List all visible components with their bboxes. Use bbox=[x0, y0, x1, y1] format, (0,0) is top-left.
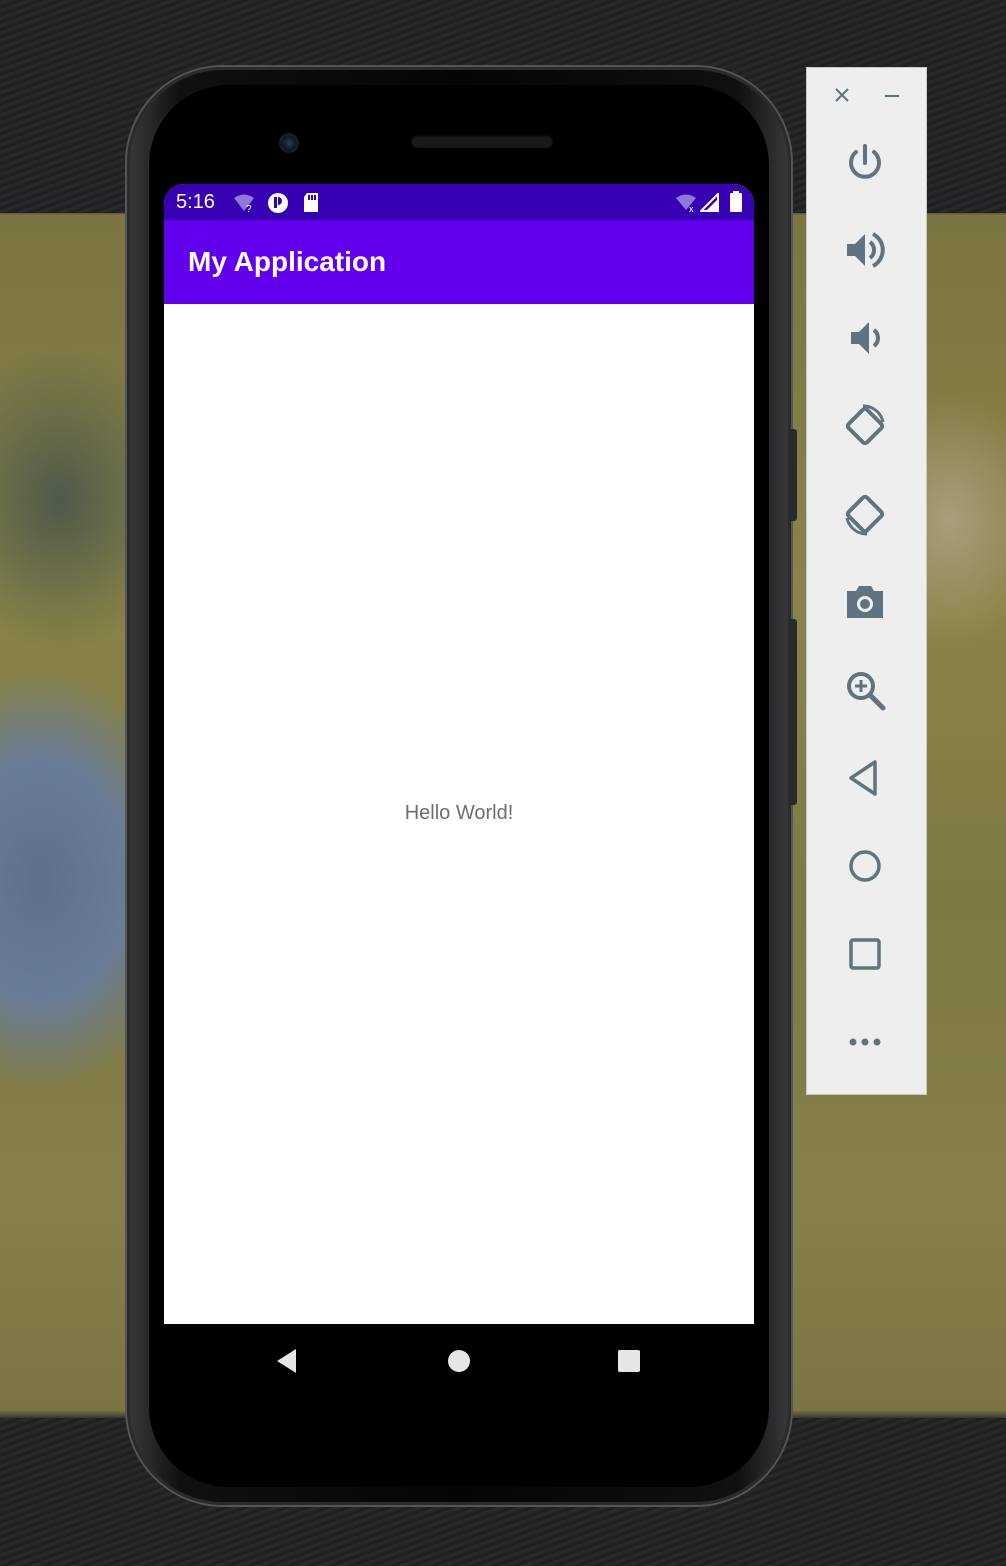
status-bar: 5:16 ? x bbox=[164, 184, 754, 220]
svg-text:?: ? bbox=[246, 204, 252, 213]
app-bar: My Application bbox=[164, 220, 754, 304]
zoom-icon[interactable] bbox=[843, 668, 887, 712]
back-icon[interactable] bbox=[843, 756, 887, 800]
navigation-bar bbox=[164, 1324, 754, 1396]
wifi-unknown-icon: ? bbox=[234, 194, 254, 213]
more-icon[interactable] bbox=[843, 1020, 887, 1064]
earpiece-speaker bbox=[411, 135, 553, 148]
app-notification-icon bbox=[268, 193, 288, 213]
front-camera-icon bbox=[279, 133, 299, 153]
phone-volume-side-button[interactable] bbox=[791, 619, 797, 805]
status-time: 5:16 bbox=[176, 191, 215, 213]
camera-icon[interactable] bbox=[843, 580, 887, 624]
app-title: My Application bbox=[188, 246, 387, 277]
volume-down-icon[interactable] bbox=[843, 316, 887, 360]
device-screen: 5:16 ? x My Application Hello World! bbox=[164, 184, 754, 1324]
power-icon[interactable] bbox=[843, 141, 887, 185]
recents-icon[interactable] bbox=[616, 1348, 642, 1374]
emulator-toolbar bbox=[806, 67, 927, 1095]
hello-world-text: Hello World! bbox=[404, 802, 514, 824]
wifi-no-internet-icon: x bbox=[676, 194, 696, 213]
close-icon[interactable] bbox=[833, 86, 851, 104]
home-icon[interactable] bbox=[446, 1348, 472, 1374]
cell-signal-icon bbox=[700, 193, 719, 212]
overview-icon[interactable] bbox=[843, 932, 887, 976]
minimize-icon[interactable] bbox=[883, 86, 901, 104]
volume-up-icon[interactable] bbox=[843, 228, 887, 272]
rotate-left-icon[interactable] bbox=[843, 404, 887, 448]
svg-text:x: x bbox=[689, 204, 694, 213]
phone-power-side-button[interactable] bbox=[791, 429, 797, 521]
battery-icon bbox=[730, 191, 742, 212]
rotate-right-icon[interactable] bbox=[843, 492, 887, 536]
back-icon[interactable] bbox=[274, 1348, 300, 1374]
home-icon[interactable] bbox=[843, 844, 887, 888]
main-content: Hello World! bbox=[164, 304, 754, 1324]
sd-card-icon bbox=[304, 193, 318, 212]
